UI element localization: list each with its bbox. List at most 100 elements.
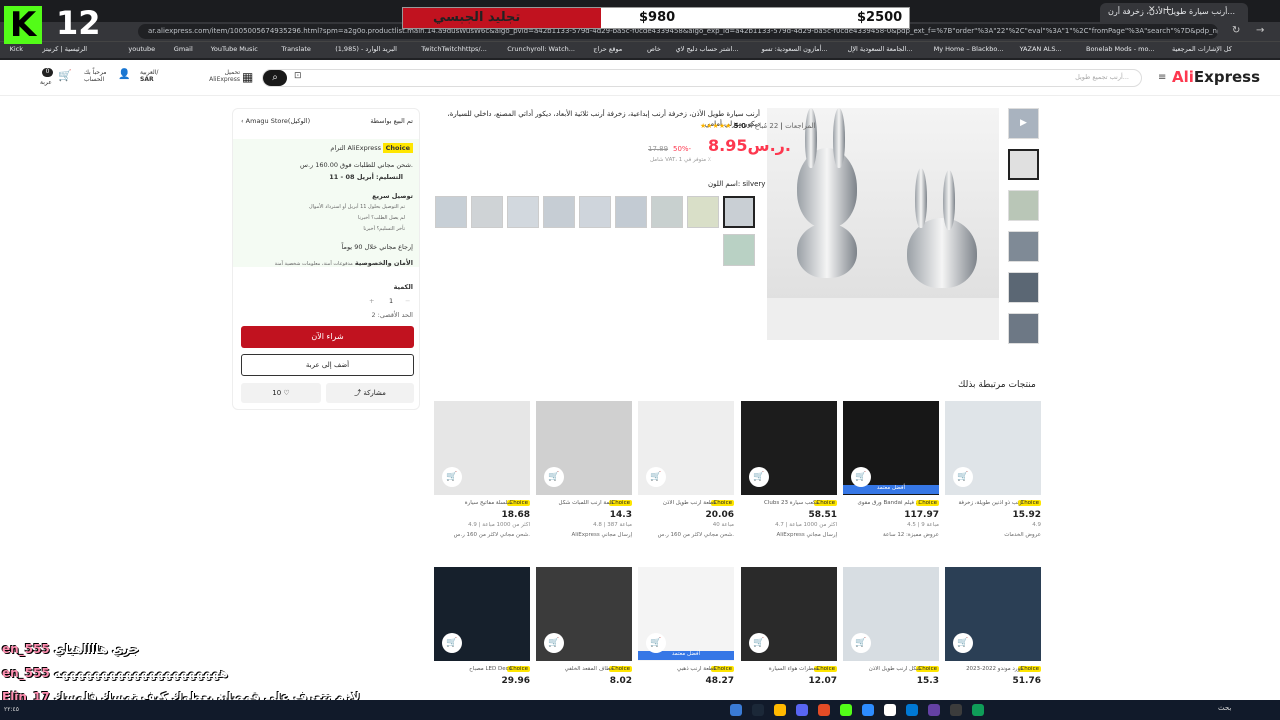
taskbar-app-icon[interactable] — [906, 704, 918, 716]
color-variant[interactable] — [615, 196, 647, 228]
free-returns[interactable]: إرجاع مجاني خلال 90 يوماً — [341, 243, 413, 251]
color-variant[interactable] — [723, 196, 755, 228]
bookmark-item[interactable]: TwitchTwitchhttps/... — [421, 45, 487, 53]
taskbar-search[interactable]: بحث — [1218, 704, 1231, 712]
color-variant[interactable] — [723, 234, 755, 266]
gallery-thumb[interactable] — [1008, 190, 1039, 221]
taskbar-app-icon[interactable] — [752, 704, 764, 716]
bookmark-item[interactable]: YouTube Music — [211, 45, 258, 53]
bookmark-item[interactable]: الجامعة السعودية الإل... — [848, 45, 913, 53]
add-cart-icon[interactable]: 🛒 — [646, 633, 666, 653]
bookmark-item[interactable]: Kick — [10, 45, 23, 53]
product-card[interactable]: 🛒 Choice شكل أرنب طويل الأذن 15.3 — [843, 567, 939, 700]
add-cart-icon[interactable]: 🛒 — [442, 467, 462, 487]
product-card[interactable]: 🛒 Choice معطرات هواء السيارة 12.07 — [741, 567, 837, 700]
account-label[interactable]: مرحباً بك الحساب — [84, 69, 107, 83]
color-variant[interactable] — [471, 196, 503, 228]
bookmark-item[interactable]: youtube — [128, 45, 155, 53]
lang-currency[interactable]: العربية/SAR — [140, 69, 158, 83]
add-to-cart-button[interactable]: أضف إلى عربة — [241, 354, 414, 376]
taskbar-app-icon[interactable] — [950, 704, 962, 716]
new-tab-icon[interactable]: + — [1163, 3, 1172, 16]
bookmark-item[interactable]: YAZAN ALS... — [1020, 45, 1062, 53]
taskbar-app-icon[interactable] — [840, 704, 852, 716]
taskbar-app-icon[interactable] — [862, 704, 874, 716]
product-card[interactable]: أفضل معتمد 🛒 Choice ورق مقوى Bandai فيلم ..… — [843, 401, 939, 551]
gallery-thumb[interactable]: ▶ — [1008, 108, 1039, 139]
qty-value[interactable]: 1 — [389, 297, 393, 305]
add-cart-icon[interactable]: 🛒 — [544, 633, 564, 653]
qty-plus-icon[interactable]: + — [369, 297, 374, 305]
taskbar-app-icon[interactable] — [928, 704, 940, 716]
app-download[interactable]: تحميل AliExpress — [208, 69, 240, 83]
cart-icon[interactable]: 🛒 — [58, 69, 72, 82]
qty-minus-icon[interactable]: − — [405, 297, 410, 305]
bookmark-item[interactable]: خاص — [647, 45, 661, 53]
bookmark-item[interactable]: البريد الوارد - (1,985) — [335, 45, 397, 53]
back-icon[interactable]: → — [1256, 25, 1264, 36]
taskbar-app-icon[interactable] — [818, 704, 830, 716]
bookmark-item[interactable]: اشتر حساب دليج لاي... — [676, 45, 739, 53]
color-variant[interactable] — [579, 196, 611, 228]
product-card[interactable]: 🛒 Choice Clubs 23 مكعب سيارة 58.51 4.7 | أكث… — [741, 401, 837, 551]
share-button[interactable]: ⤴ مشاركة — [326, 383, 414, 403]
product-card[interactable]: 🛒 Choice أرنب ذو أذنين طويلة، زخرفة 15.92 4.… — [945, 401, 1041, 551]
taskbar-app-icon[interactable] — [796, 704, 808, 716]
bookmark-item[interactable]: كل الإشارات المرجعية — [1172, 45, 1232, 53]
product-main-image[interactable] — [767, 108, 999, 340]
account-icon[interactable]: 👤 — [118, 69, 130, 80]
add-cart-icon[interactable]: 🛒 — [749, 633, 769, 653]
product-card[interactable]: 🛒 Choice قطعة أرنب طويل الأذن 20.06 40 مباعة… — [638, 401, 734, 551]
gallery-thumb[interactable] — [1008, 231, 1039, 262]
add-cart-icon[interactable]: 🛒 — [544, 467, 564, 487]
menu-icon[interactable]: ≡ — [1158, 72, 1166, 83]
add-cart-icon[interactable]: 🛒 — [442, 633, 462, 653]
add-cart-icon[interactable]: 🛒 — [851, 633, 871, 653]
reload-icon[interactable]: ↻ — [1232, 25, 1240, 36]
add-cart-icon[interactable]: 🛒 — [953, 633, 973, 653]
taskbar-app-icon[interactable] — [730, 704, 742, 716]
qr-icon[interactable]: ▦ — [242, 70, 253, 84]
tab-close-icon[interactable]: ✕ — [1148, 5, 1156, 15]
wishlist-button[interactable]: 10 ♡ — [241, 383, 321, 403]
card-name: شكل أرنب طويل الأذن — [868, 666, 921, 672]
rating-row[interactable]: ★★★★★ 5.0 4 المراجعات | 22 مُباع — [700, 122, 815, 130]
color-variant[interactable] — [687, 196, 719, 228]
add-cart-icon[interactable]: 🛒 — [646, 467, 666, 487]
buy-now-button[interactable]: شراء الآن — [241, 326, 414, 348]
taskbar-app-icon[interactable] — [884, 704, 896, 716]
bookmark-item[interactable]: Translate — [281, 45, 311, 53]
color-variant[interactable] — [507, 196, 539, 228]
product-card[interactable]: 🛒 Choice مصباح LED Deco 29.96 — [434, 567, 530, 700]
bookmark-item[interactable]: Gmail — [174, 45, 193, 53]
aliexpress-logo[interactable]: AliExpress — [1172, 68, 1260, 86]
security[interactable]: الأمان والخصوصية مدفوعات آمنة، معلومات ش… — [275, 259, 413, 267]
add-cart-icon[interactable]: 🛒 — [749, 467, 769, 487]
bookmark-item[interactable]: My Home – Blackbo... — [934, 45, 1004, 53]
add-cart-icon[interactable]: 🛒 — [851, 467, 871, 487]
bookmark-item[interactable]: الرئيسية | كرنيتز — [42, 45, 87, 53]
product-card[interactable]: أفضل معتمد 🛒 Choice قطعة أرنب ذهبي 48.27 — [638, 567, 734, 700]
taskbar-app-icon[interactable] — [774, 704, 786, 716]
color-variant[interactable] — [435, 196, 467, 228]
product-card[interactable]: 🛒 Choice خطاف المقعد الخلفي 8.02 — [536, 567, 632, 700]
color-variant[interactable] — [543, 196, 575, 228]
store-link[interactable]: ‹ Amagu Store(الوكيل) — [241, 117, 310, 125]
gallery-thumb[interactable] — [1008, 272, 1039, 303]
add-cart-icon[interactable]: 🛒 — [953, 467, 973, 487]
product-card[interactable]: 🛒 Choice كلمة أرنب اللمبات شكل 14.3 4.8 | 38… — [536, 401, 632, 551]
gallery-thumb[interactable] — [1008, 313, 1039, 344]
bookmark-item[interactable]: موقع حراج — [593, 45, 622, 53]
product-card[interactable]: 🛒 Choice فورد موندو 2022-2023 51.76 — [945, 567, 1041, 700]
gallery-thumb-selected[interactable] — [1008, 149, 1039, 180]
taskbar-app-icon[interactable] — [972, 704, 984, 716]
bookmark-item[interactable]: Bonelab Mods - mo... — [1086, 45, 1155, 53]
color-variant[interactable] — [651, 196, 683, 228]
search-button[interactable]: ⌕ — [263, 70, 287, 86]
search-input[interactable]: أرنب تجميع طويل... — [262, 69, 1142, 87]
camera-icon[interactable]: ⊡ — [294, 71, 302, 81]
tab-active[interactable]: أرنب سيارة طويل الأذن، زخرفة أرن... — [1100, 3, 1248, 22]
bookmark-item[interactable]: Crunchyroll: Watch... — [507, 45, 575, 53]
bookmark-item[interactable]: أمازون السعودية: تسو... — [762, 45, 828, 53]
product-card[interactable]: 🛒 Choice سلسلة مفاتيح سيارة 18.68 4.9 | أكثر… — [434, 401, 530, 551]
